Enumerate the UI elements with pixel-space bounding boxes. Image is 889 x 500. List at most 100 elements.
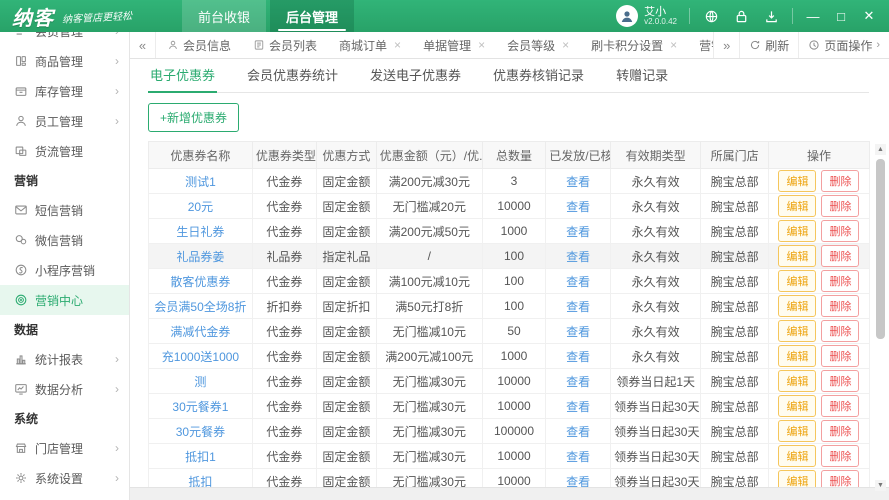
view-link[interactable]: 查看	[566, 350, 590, 364]
topnav-tab-0[interactable]: 前台收银	[182, 0, 266, 32]
sidebar-item-settings[interactable]: 系统设置›	[0, 463, 129, 493]
coupon-name-link[interactable]: 30元餐券1	[172, 400, 228, 414]
sidebar-item-product[interactable]: 商品管理›	[0, 46, 129, 76]
delete-button[interactable]: 删除	[821, 345, 859, 367]
sidebar-item-label: 商品管理	[35, 53, 83, 70]
coupon-name-link[interactable]: 测试1	[185, 175, 216, 189]
edit-button[interactable]: 编辑	[778, 170, 816, 192]
sidebar-item-member[interactable]: 会员管理›	[0, 32, 129, 46]
edit-button[interactable]: 编辑	[778, 445, 816, 467]
delete-button[interactable]: 删除	[821, 320, 859, 342]
view-link[interactable]: 查看	[566, 375, 590, 389]
edit-button[interactable]: 编辑	[778, 195, 816, 217]
delete-button[interactable]: 删除	[821, 195, 859, 217]
coupon-name-link[interactable]: 满减代金券	[170, 325, 230, 339]
delete-button[interactable]: 删除	[821, 445, 859, 467]
tab-marketing-center[interactable]: 营销中心×	[688, 32, 713, 58]
scroll-down-arrow-icon[interactable]: ▼	[875, 480, 886, 491]
sidebar-item-miniprogram[interactable]: 小程序营销	[0, 255, 129, 285]
coupon-name-link[interactable]: 礼品券姜	[176, 250, 224, 264]
coupon-name-link[interactable]: 测	[194, 375, 206, 389]
page-ops-button[interactable]: 页面操作 ›	[798, 32, 889, 58]
sidebar-item-staff[interactable]: 员工管理›	[0, 106, 129, 136]
tab-card-points[interactable]: 刷卡积分设置×	[580, 32, 688, 58]
subtab-coupon-redeem-log[interactable]: 优惠券核销记录	[491, 57, 586, 92]
delete-button[interactable]: 删除	[821, 395, 859, 417]
download-icon[interactable]	[762, 7, 780, 25]
subtab-transfer-log[interactable]: 转赠记录	[614, 57, 670, 92]
tab-member-level[interactable]: 会员等级×	[496, 32, 580, 58]
view-link[interactable]: 查看	[566, 325, 590, 339]
edit-button[interactable]: 编辑	[778, 270, 816, 292]
edit-button[interactable]: 编辑	[778, 345, 816, 367]
coupon-name-link[interactable]: 生日礼券	[176, 225, 224, 239]
delete-button[interactable]: 删除	[821, 295, 859, 317]
sidebar-item-marketing-center[interactable]: 营销中心	[0, 285, 129, 315]
close-icon[interactable]: ×	[670, 38, 677, 52]
tab-mall-orders[interactable]: 商城订单×	[328, 32, 412, 58]
edit-button[interactable]: 编辑	[778, 220, 816, 242]
minimize-button[interactable]: —	[805, 9, 821, 24]
coupon-name-link[interactable]: 散客优惠券	[170, 275, 230, 289]
sidebar-item-sms[interactable]: 短信营销	[0, 195, 129, 225]
view-link[interactable]: 查看	[566, 200, 590, 214]
sidebar-item-store[interactable]: 门店管理›	[0, 433, 129, 463]
view-link[interactable]: 查看	[566, 400, 590, 414]
delete-button[interactable]: 删除	[821, 370, 859, 392]
delete-button[interactable]: 删除	[821, 420, 859, 442]
edit-button[interactable]: 编辑	[778, 295, 816, 317]
delete-button[interactable]: 删除	[821, 245, 859, 267]
coupon-name-link[interactable]: 充1000送1000	[162, 350, 239, 364]
edit-button[interactable]: 编辑	[778, 245, 816, 267]
view-link[interactable]: 查看	[566, 450, 590, 464]
scrollbar-thumb[interactable]	[876, 159, 885, 339]
sidebar-item-inventory[interactable]: 库存管理›	[0, 76, 129, 106]
edit-button[interactable]: 编辑	[778, 320, 816, 342]
edit-button[interactable]: 编辑	[778, 420, 816, 442]
globe-icon[interactable]	[702, 7, 720, 25]
coupon-name-cell: 满减代金券	[149, 319, 253, 344]
user-box[interactable]: 艾小 v2.0.0.42	[616, 5, 677, 27]
scroll-up-arrow-icon[interactable]: ▲	[875, 144, 886, 155]
view-link[interactable]: 查看	[566, 275, 590, 289]
edit-button[interactable]: 编辑	[778, 370, 816, 392]
view-link[interactable]: 查看	[566, 225, 590, 239]
maximize-button[interactable]: □	[833, 9, 849, 24]
page-ops-label: 页面操作	[824, 37, 872, 54]
tab-scroll-left[interactable]: «	[130, 32, 156, 58]
close-button[interactable]: ✕	[861, 8, 877, 24]
coupon-name-link[interactable]: 20元	[188, 200, 213, 214]
refresh-button[interactable]: 刷新	[739, 32, 798, 58]
tab-member-list[interactable]: 会员列表	[242, 32, 328, 58]
view-link[interactable]: 查看	[566, 250, 590, 264]
delete-button[interactable]: 删除	[821, 220, 859, 242]
sidebar-item-analysis[interactable]: 数据分析›	[0, 374, 129, 404]
sidebar-item-logistics[interactable]: 货流管理	[0, 136, 129, 166]
view-link[interactable]: 查看	[566, 300, 590, 314]
subtab-e-coupon[interactable]: 电子优惠券	[148, 57, 217, 92]
tab-scroll-right[interactable]: »	[713, 32, 739, 58]
close-icon[interactable]: ×	[478, 38, 485, 52]
delete-button[interactable]: 删除	[821, 270, 859, 292]
actions-cell: 编辑删除	[768, 369, 869, 394]
subtab-send-e-coupon[interactable]: 发送电子优惠券	[368, 57, 463, 92]
sidebar-item-report[interactable]: 统计报表›	[0, 344, 129, 374]
coupon-name-link[interactable]: 会员满50全场8折	[154, 300, 246, 314]
topnav-tab-1[interactable]: 后台管理	[270, 0, 354, 32]
view-link[interactable]: 查看	[566, 175, 590, 189]
view-link[interactable]: 查看	[566, 425, 590, 439]
subtab-member-coupon-stats[interactable]: 会员优惠券统计	[245, 57, 340, 92]
tab-member-info[interactable]: 会员信息	[156, 32, 242, 58]
edit-button[interactable]: 编辑	[778, 395, 816, 417]
close-icon[interactable]: ×	[394, 38, 401, 52]
tab-doc-manage[interactable]: 单据管理 ×	[412, 32, 496, 58]
sidebar-item-wechat[interactable]: 微信营销	[0, 225, 129, 255]
vertical-scrollbar[interactable]: ▲ ▼	[875, 144, 886, 491]
tab-label: 单据管理	[423, 37, 471, 54]
delete-button[interactable]: 删除	[821, 170, 859, 192]
add-coupon-button[interactable]: +新增优惠券	[148, 103, 239, 132]
coupon-name-link[interactable]: 抵扣1	[185, 450, 216, 464]
coupon-name-link[interactable]: 30元餐券	[176, 425, 225, 439]
close-icon[interactable]: ×	[562, 38, 569, 52]
lock-icon[interactable]	[732, 7, 750, 25]
